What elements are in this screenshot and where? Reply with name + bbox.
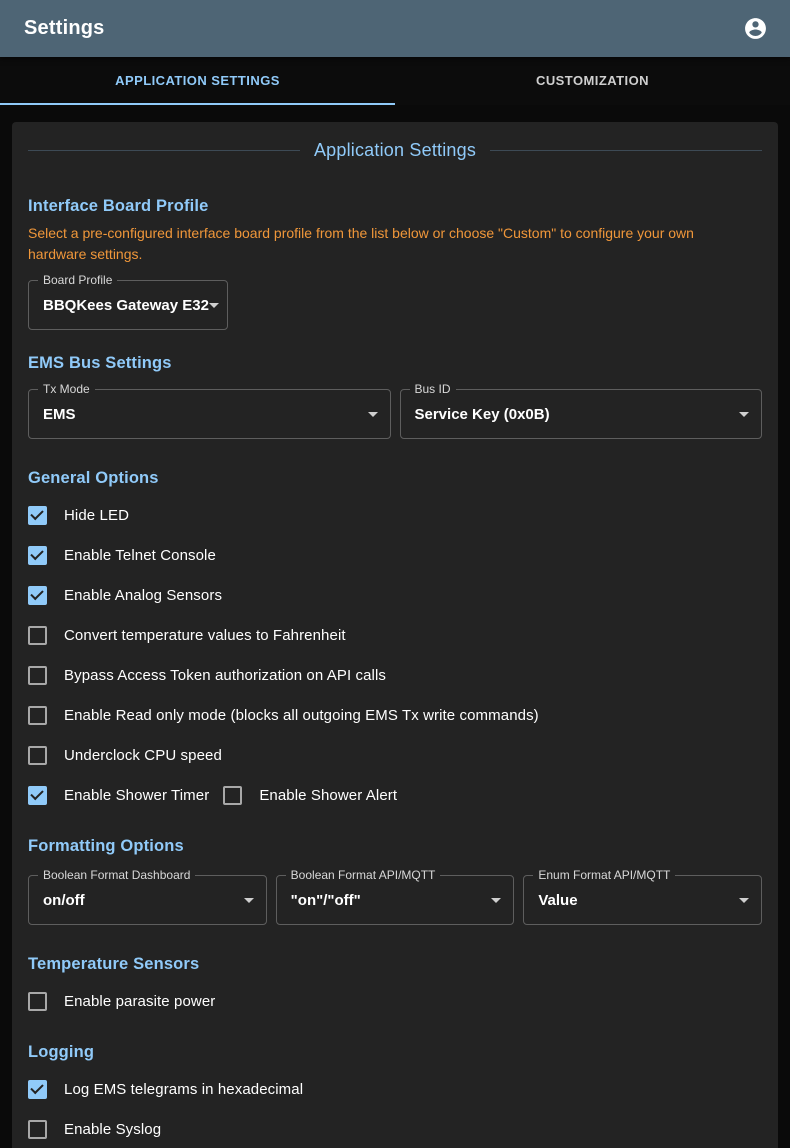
enum-format-api-label: Enum Format API/MQTT (533, 868, 675, 882)
checkbox-label: Enable Read only mode (blocks all outgoi… (64, 707, 539, 724)
card-heading: Application Settings (28, 140, 762, 161)
dropdown-arrow-icon (739, 412, 749, 417)
section-title-formatting-options: Formatting Options (28, 835, 762, 857)
settings-card: Application Settings Interface Board Pro… (12, 122, 778, 1148)
checkbox-enable-syslog[interactable]: Enable Syslog (28, 1120, 161, 1139)
formatting-fields: Boolean Format Dashboard on/off Boolean … (28, 875, 762, 925)
checkbox-unchecked-icon (28, 706, 47, 725)
account-button[interactable] (741, 15, 769, 43)
checkbox-row: Enable Syslog (28, 1109, 762, 1148)
divider-line-left (28, 150, 300, 151)
tab-bar: APPLICATION SETTINGS CUSTOMIZATION (0, 57, 790, 105)
logging-list: Log EMS telegrams in hexadecimal Enable … (28, 1069, 762, 1148)
checkbox-label: Hide LED (64, 507, 129, 524)
checkbox-row: Enable parasite power (28, 981, 762, 1021)
checkbox-row: Enable Read only mode (blocks all outgoi… (28, 695, 762, 735)
divider-line-right (490, 150, 762, 151)
checkbox-row: Underclock CPU speed (28, 735, 762, 775)
checkbox-convert-fahrenheit[interactable]: Convert temperature values to Fahrenheit (28, 626, 346, 645)
boolean-format-dashboard-select[interactable]: Boolean Format Dashboard on/off (28, 875, 267, 925)
checkbox-checked-icon (28, 506, 47, 525)
checkbox-row: Bypass Access Token authorization on API… (28, 655, 762, 695)
bus-id-label: Bus ID (410, 382, 456, 396)
checkbox-label: Enable Telnet Console (64, 547, 216, 564)
tx-mode-select[interactable]: Tx Mode EMS (28, 389, 391, 439)
checkbox-label: Convert temperature values to Fahrenheit (64, 627, 346, 644)
checkbox-label: Log EMS telegrams in hexadecimal (64, 1081, 303, 1098)
section-title-ems-bus: EMS Bus Settings (28, 352, 762, 374)
checkbox-checked-icon (28, 1080, 47, 1099)
checkbox-enable-parasite-power[interactable]: Enable parasite power (28, 992, 215, 1011)
checkbox-hide-led[interactable]: Hide LED (28, 506, 129, 525)
section-title-logging: Logging (28, 1041, 762, 1063)
checkbox-row: Hide LED (28, 495, 762, 535)
checkbox-enable-shower-alert[interactable]: Enable Shower Alert (223, 786, 397, 805)
checkbox-row: Log EMS telegrams in hexadecimal (28, 1069, 762, 1109)
tab-application-settings[interactable]: APPLICATION SETTINGS (0, 57, 395, 105)
checkbox-unchecked-icon (223, 786, 242, 805)
enum-format-api-value: Value (524, 892, 739, 909)
card-heading-text: Application Settings (300, 140, 490, 161)
account-circle-icon (743, 16, 768, 41)
dropdown-arrow-icon (368, 412, 378, 417)
tx-mode-label: Tx Mode (38, 382, 95, 396)
board-profile-value: BBQKees Gateway E32 (29, 297, 209, 314)
dropdown-arrow-icon (739, 898, 749, 903)
boolean-format-api-select[interactable]: Boolean Format API/MQTT "on"/"off" (276, 875, 515, 925)
boolean-format-api-label: Boolean Format API/MQTT (286, 868, 441, 882)
dropdown-arrow-icon (491, 898, 501, 903)
checkbox-unchecked-icon (28, 626, 47, 645)
checkbox-enable-analog-sensors[interactable]: Enable Analog Sensors (28, 586, 222, 605)
section-title-interface-board: Interface Board Profile (28, 195, 762, 217)
board-profile-select[interactable]: Board Profile BBQKees Gateway E32 (28, 280, 228, 330)
checkbox-label: Enable Syslog (64, 1121, 161, 1138)
checkbox-unchecked-icon (28, 666, 47, 685)
interface-board-description: Select a pre-configured interface board … (28, 223, 748, 265)
checkbox-row: Enable Analog Sensors (28, 575, 762, 615)
ems-bus-fields: Tx Mode EMS Bus ID Service Key (0x0B) (28, 389, 762, 439)
board-profile-label: Board Profile (38, 273, 117, 287)
checkbox-unchecked-icon (28, 746, 47, 765)
app-bar: Settings (0, 0, 790, 57)
checkbox-log-ems-hex[interactable]: Log EMS telegrams in hexadecimal (28, 1080, 303, 1099)
section-title-general-options: General Options (28, 467, 762, 489)
boolean-format-dashboard-value: on/off (29, 892, 244, 909)
dropdown-arrow-icon (209, 303, 219, 308)
checkbox-checked-icon (28, 586, 47, 605)
checkbox-checked-icon (28, 546, 47, 565)
checkbox-underclock-cpu[interactable]: Underclock CPU speed (28, 746, 222, 765)
section-title-temperature-sensors: Temperature Sensors (28, 953, 762, 975)
checkbox-enable-shower-timer[interactable]: Enable Shower Timer (28, 786, 209, 805)
checkbox-row: Enable Telnet Console (28, 535, 762, 575)
checkbox-label: Enable Shower Timer (64, 787, 209, 804)
checkbox-label: Enable Shower Alert (259, 787, 397, 804)
checkbox-row-shower: Enable Shower Timer Enable Shower Alert (28, 775, 762, 815)
checkbox-row: Convert temperature values to Fahrenheit (28, 615, 762, 655)
tx-mode-value: EMS (29, 406, 368, 423)
checkbox-label: Bypass Access Token authorization on API… (64, 667, 386, 684)
bus-id-value: Service Key (0x0B) (401, 406, 740, 423)
dropdown-arrow-icon (244, 898, 254, 903)
enum-format-api-select[interactable]: Enum Format API/MQTT Value (523, 875, 762, 925)
general-options-list: Hide LED Enable Telnet Console Enable An… (28, 495, 762, 815)
checkbox-enable-telnet-console[interactable]: Enable Telnet Console (28, 546, 216, 565)
boolean-format-dashboard-label: Boolean Format Dashboard (38, 868, 195, 882)
checkbox-checked-icon (28, 786, 47, 805)
tab-customization[interactable]: CUSTOMIZATION (395, 57, 790, 105)
checkbox-unchecked-icon (28, 1120, 47, 1139)
checkbox-label: Underclock CPU speed (64, 747, 222, 764)
page-title: Settings (24, 17, 741, 40)
checkbox-label: Enable Analog Sensors (64, 587, 222, 604)
bus-id-select[interactable]: Bus ID Service Key (0x0B) (400, 389, 763, 439)
temperature-sensors-list: Enable parasite power (28, 981, 762, 1021)
checkbox-read-only-mode[interactable]: Enable Read only mode (blocks all outgoi… (28, 706, 539, 725)
checkbox-unchecked-icon (28, 992, 47, 1011)
checkbox-bypass-access-token[interactable]: Bypass Access Token authorization on API… (28, 666, 386, 685)
checkbox-label: Enable parasite power (64, 993, 215, 1010)
boolean-format-api-value: "on"/"off" (277, 892, 492, 909)
